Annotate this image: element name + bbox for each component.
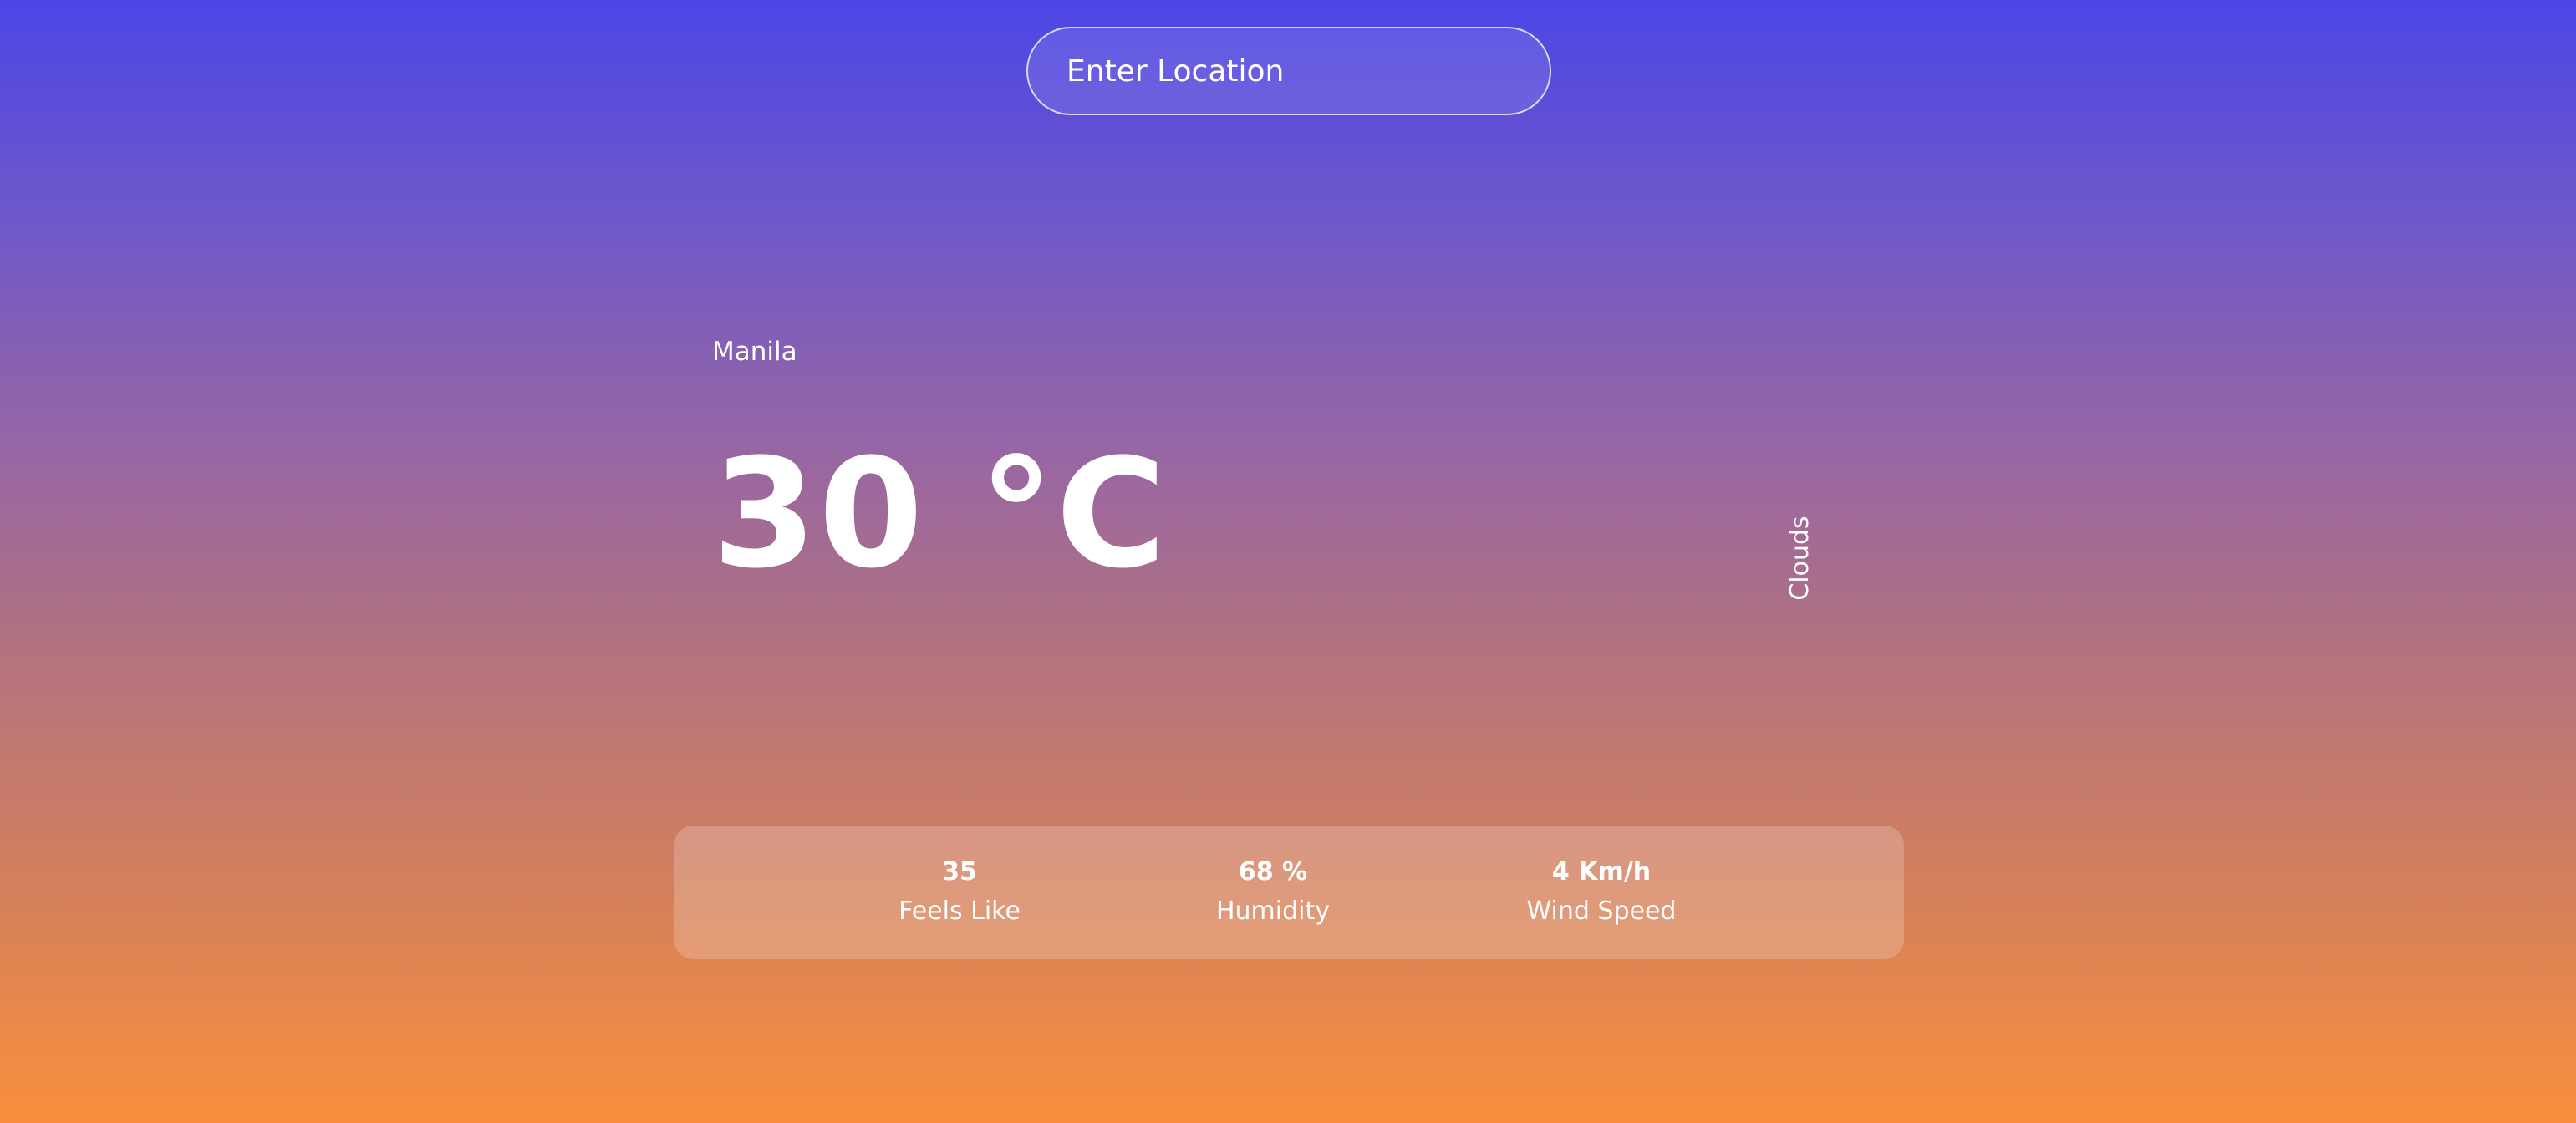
feels-like-stat: 35 Feels Like (817, 826, 1102, 959)
city-name: Manila (712, 337, 797, 367)
weather-condition-label: Clouds (1785, 516, 1815, 601)
wind-speed-value: 4 Km/h (1551, 857, 1652, 887)
feels-like-value: 35 (942, 857, 977, 887)
weather-stats-panel: 35 Feels Like 68 % Humidity 4 Km/h Wind … (674, 826, 1904, 959)
location-search-box[interactable] (1026, 27, 1551, 115)
wind-speed-label: Wind Speed (1526, 897, 1677, 926)
temperature-display: 30 °C (712, 427, 1168, 602)
humidity-label: Humidity (1215, 897, 1331, 926)
feels-like-label: Feels Like (899, 897, 1021, 926)
location-search-input[interactable] (1028, 28, 1550, 114)
humidity-value: 68 % (1238, 857, 1308, 887)
wind-speed-stat: 4 Km/h Wind Speed (1459, 826, 1744, 959)
humidity-stat: 68 % Humidity (1131, 826, 1415, 959)
